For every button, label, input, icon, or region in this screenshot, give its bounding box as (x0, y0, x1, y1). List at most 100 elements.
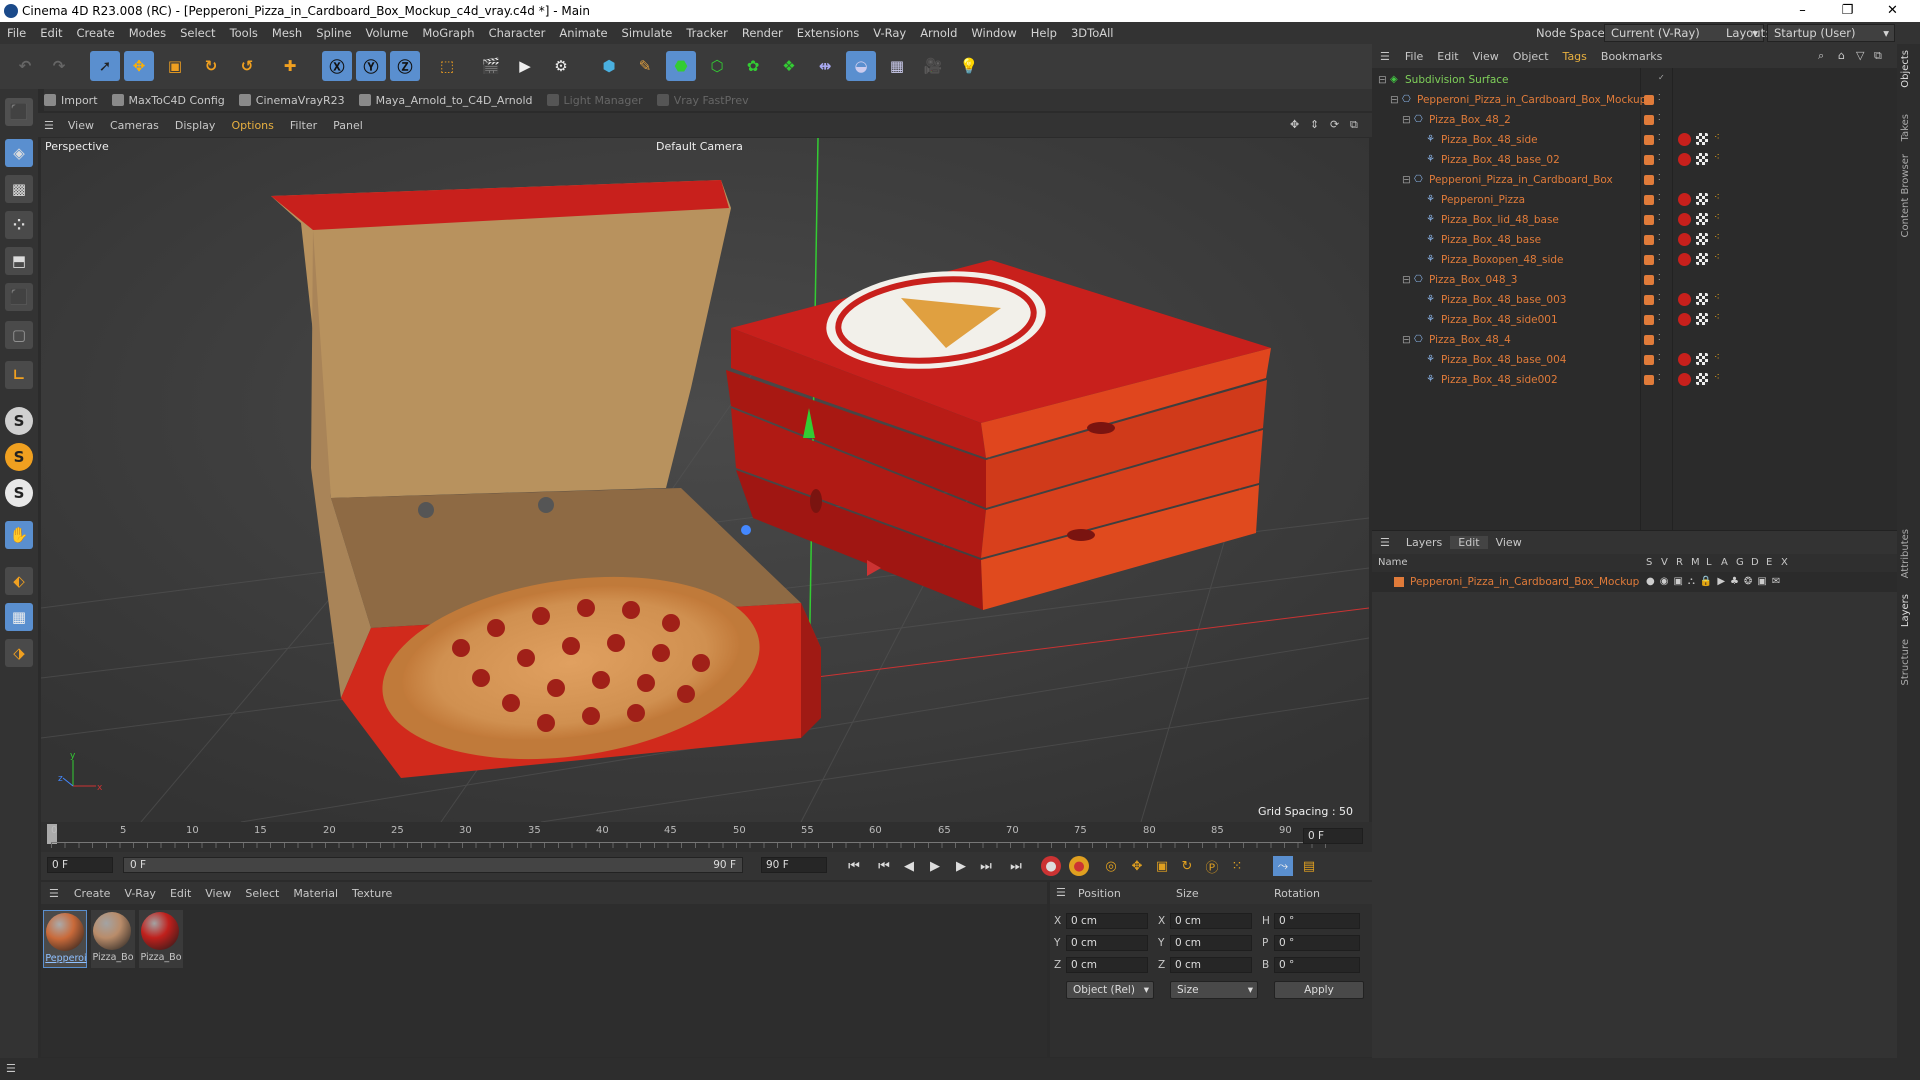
material-tag-icon[interactable] (1678, 153, 1691, 166)
phong-tag-icon[interactable]: ⁖ (1714, 352, 1724, 363)
tree-item-label[interactable]: Pepperoni_Pizza (1441, 194, 1525, 206)
size-z-field[interactable]: 0 cm (1170, 957, 1252, 973)
key-param-icon[interactable]: Ⓟ (1202, 856, 1222, 876)
x-axis-lock-icon[interactable]: Ⓧ (322, 51, 352, 81)
keyframe-selection-icon[interactable]: ◎ (1101, 856, 1121, 876)
mat-menu-create[interactable]: Create (67, 887, 118, 900)
move-tool-icon[interactable]: ✥ (124, 51, 154, 81)
size-x-field[interactable]: 0 cm (1170, 913, 1252, 929)
layer-color-icon[interactable] (1644, 215, 1654, 225)
mat-menu-vray[interactable]: V-Ray (117, 887, 163, 900)
viewport-3d[interactable]: y x z Perspective Default Camera Grid Sp… (41, 138, 1369, 822)
rotation-b-field[interactable]: 0 ° (1274, 957, 1360, 973)
menu-animate[interactable]: Animate (552, 26, 614, 40)
menu-tracker[interactable]: Tracker (679, 26, 735, 40)
goto-start-icon[interactable]: ⏮ (844, 856, 864, 876)
phong-tag-icon[interactable]: ⁖ (1714, 292, 1724, 303)
uvw-tag-icon[interactable] (1696, 233, 1708, 245)
rotation-h-field[interactable]: 0 ° (1274, 913, 1360, 929)
phong-tag-icon[interactable]: ⁖ (1714, 152, 1724, 163)
uvw-tag-icon[interactable] (1696, 313, 1708, 325)
layer-color-icon[interactable] (1644, 255, 1654, 265)
tree-row[interactable]: ⊟ ⎔ Pepperoni_Pizza_in_Cardboard_Box_Mocku… (1372, 90, 1897, 110)
size-mode-select[interactable]: Size ▾ (1170, 981, 1258, 999)
restore-button[interactable]: ❐ (1825, 0, 1870, 22)
autokey-icon[interactable]: ● (1069, 856, 1089, 876)
phong-tag-icon[interactable]: ⁖ (1714, 372, 1724, 383)
material-tag-icon[interactable] (1678, 233, 1691, 246)
layer-color-icon[interactable] (1644, 115, 1654, 125)
viewport-menu-filter[interactable]: Filter (282, 119, 325, 132)
position-z-field[interactable]: 0 cm (1066, 957, 1148, 973)
tree-row[interactable]: ⚘ Pizza_Box_48_base_02 ⁚ ⁖ (1372, 150, 1897, 170)
model-mode-icon[interactable]: ◈ (5, 139, 33, 167)
coord-mode-select[interactable]: Object (Rel) ▾ (1066, 981, 1154, 999)
mat-menu-edit[interactable]: Edit (163, 887, 198, 900)
light-icon[interactable]: 💡 (954, 51, 984, 81)
layer-flags-icon[interactable]: ●◉▣⛬🔒▶♣❂▣✉ (1646, 576, 1785, 587)
tree-item-label[interactable]: Pizza_Box_48_base (1441, 234, 1541, 246)
recent-tool-icon[interactable]: ↺ (232, 51, 262, 81)
workplane-icon[interactable]: ⬖ (5, 567, 33, 595)
rotate-tool-icon[interactable]: ↻ (196, 51, 226, 81)
polygons-mode-icon[interactable]: ⬛ (5, 283, 33, 311)
tree-row[interactable]: ⚘ Pepperoni_Pizza ⁚ ⁖ (1372, 190, 1897, 210)
layer-color-icon[interactable] (1644, 355, 1654, 365)
mat-menu-texture[interactable]: Texture (345, 887, 399, 900)
hamburger-icon[interactable]: ☰ (38, 119, 60, 132)
phong-tag-icon[interactable]: ⁖ (1714, 232, 1724, 243)
uvw-tag-icon[interactable] (1696, 133, 1708, 145)
tab-objects[interactable]: Objects (1900, 50, 1911, 88)
menu-create[interactable]: Create (70, 26, 122, 40)
phong-tag-icon[interactable]: ⁖ (1714, 132, 1724, 143)
redo-icon[interactable]: ↷ (44, 51, 74, 81)
key-scale-icon[interactable]: ▣ (1152, 856, 1172, 876)
expand-toggle-icon[interactable]: ⊟ (1402, 174, 1414, 186)
material-swatch[interactable]: Pizza_Bo (91, 910, 135, 968)
viewport-camera[interactable]: Default Camera (656, 140, 743, 153)
menu-vray[interactable]: V-Ray (866, 26, 913, 40)
import-item[interactable]: Import (44, 94, 98, 107)
visibility-dots-icon[interactable]: ⁚ (1658, 313, 1668, 323)
tree-row[interactable]: ⚘ Pizza_Box_48_base_004 ⁚ ⁖ (1372, 350, 1897, 370)
extrude-icon[interactable]: ⬡ (702, 51, 732, 81)
menu-volume[interactable]: Volume (359, 26, 416, 40)
undo-icon[interactable]: ↶ (10, 51, 40, 81)
menu-spline[interactable]: Spline (309, 26, 358, 40)
pen-icon[interactable]: ✎ (630, 51, 660, 81)
menu-extensions[interactable]: Extensions (790, 26, 866, 40)
layer-color-icon[interactable] (1644, 375, 1654, 385)
tree-row[interactable]: ⊟ ⎔ Pepperoni_Pizza_in_Cardboard_Box ⁚ (1372, 170, 1897, 190)
subdivision-icon[interactable]: ⬣ (666, 51, 696, 81)
material-tag-icon[interactable] (1678, 373, 1691, 386)
hamburger-icon[interactable]: ☰ (1372, 50, 1398, 63)
snap-icon[interactable]: S (5, 407, 33, 435)
tree-item-label[interactable]: Pizza_Box_48_side (1441, 134, 1538, 146)
tree-row[interactable]: ⊟ ⎔ Pizza_Box_48_2 ⁚ (1372, 110, 1897, 130)
z-axis-lock-icon[interactable]: Ⓩ (390, 51, 420, 81)
floor-icon[interactable]: ▦ (882, 51, 912, 81)
apply-button[interactable]: Apply (1274, 981, 1364, 999)
visibility-dots-icon[interactable]: ⁚ (1658, 173, 1668, 183)
om-menu-view[interactable]: View (1466, 50, 1506, 63)
tree-item-label[interactable]: Pizza_Box_48_base_02 (1441, 154, 1560, 166)
visibility-dots-icon[interactable]: ⁚ (1658, 213, 1668, 223)
uv-mode-icon[interactable]: ▢ (5, 321, 33, 349)
visibility-dots-icon[interactable]: ⁚ (1658, 93, 1668, 103)
tree-row[interactable]: ⚘ Pizza_Box_48_side ⁚ ⁖ (1372, 130, 1897, 150)
tree-row[interactable]: ⊟ ⎔ Pizza_Box_48_4 ⁚ (1372, 330, 1897, 350)
material-tag-icon[interactable] (1678, 253, 1691, 266)
tab-layers[interactable]: Layers (1900, 594, 1911, 627)
prev-key-icon[interactable]: ⏮ (874, 856, 894, 876)
uvw-tag-icon[interactable] (1696, 353, 1708, 365)
field-icon[interactable]: ◒ (846, 51, 876, 81)
visibility-dots-icon[interactable]: ⁚ (1658, 133, 1668, 143)
enabled-check-icon[interactable]: ✓ (1658, 73, 1668, 83)
viewport-menu-display[interactable]: Display (167, 119, 224, 132)
lock-workplane-icon[interactable]: ⬗ (5, 639, 33, 667)
tree-row[interactable]: ⚘ Pizza_Box_48_base_003 ⁚ ⁖ (1372, 290, 1897, 310)
menu-modes[interactable]: Modes (122, 26, 173, 40)
position-y-field[interactable]: 0 cm (1066, 935, 1148, 951)
layout-select[interactable]: Startup (User) ▾ (1767, 24, 1895, 42)
layer-color-icon[interactable] (1644, 315, 1654, 325)
